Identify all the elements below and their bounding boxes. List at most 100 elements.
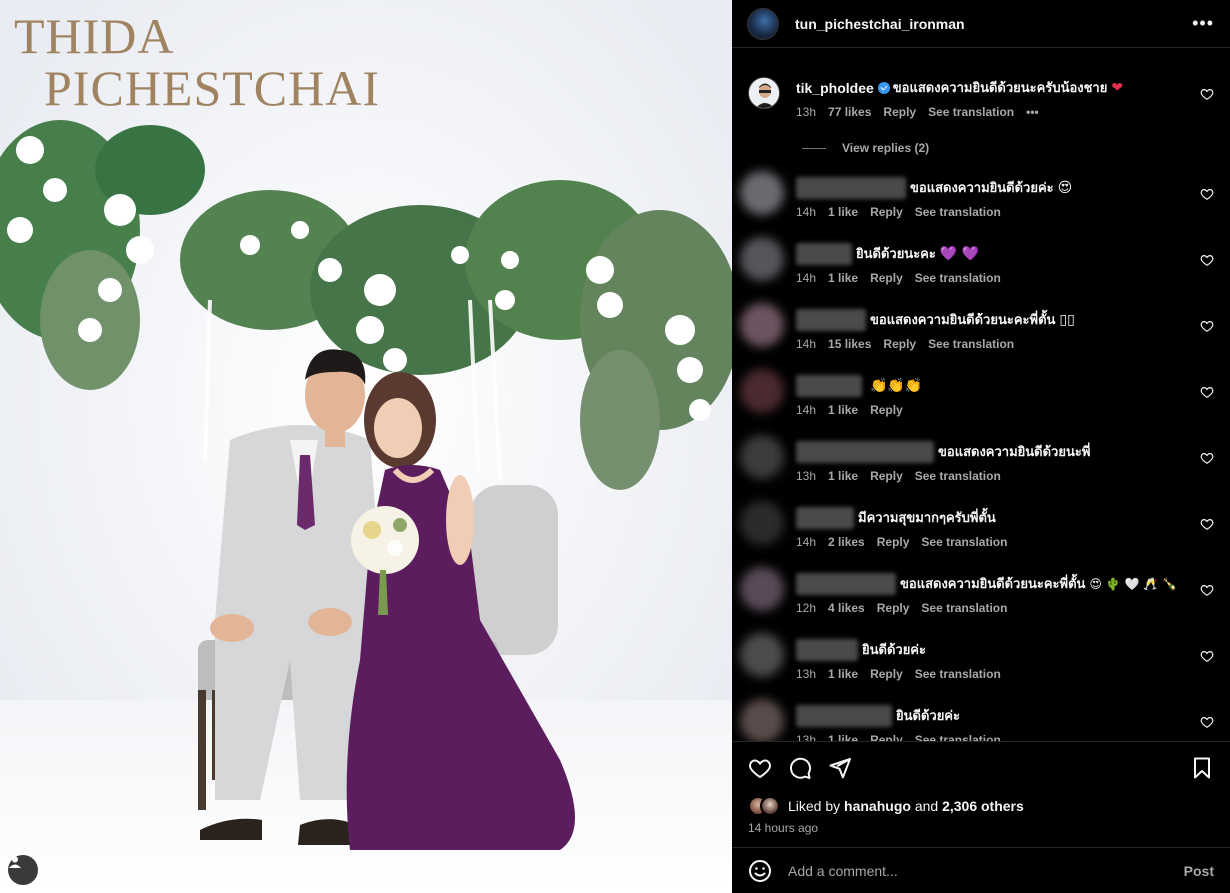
like-comment-heart-icon[interactable] — [1200, 517, 1214, 531]
like-comment-heart-icon[interactable] — [1200, 187, 1214, 201]
comment-likes[interactable]: 4 likes — [828, 601, 865, 615]
like-comment-heart-icon[interactable] — [1200, 253, 1214, 267]
comment-likes[interactable]: 1 like — [828, 667, 858, 681]
comments-list[interactable]: tik_pholdee ขอแสดงความยินดีด้วยนะครับน้อ… — [732, 49, 1230, 741]
see-translation-button[interactable]: See translation — [915, 271, 1001, 285]
see-translation-button[interactable]: See translation — [915, 469, 1001, 483]
view-replies-button[interactable]: View replies (2) — [802, 141, 929, 155]
comment-meta: 14h 1 like Reply See translation — [796, 205, 1001, 219]
author-avatar[interactable] — [747, 7, 779, 40]
comment-likes[interactable]: 15 likes — [828, 337, 871, 351]
comment-time[interactable]: 13h — [796, 105, 816, 119]
comment-time[interactable]: 13h — [796, 733, 816, 741]
comment-item: ขอแสดงความยินดีด้วยนะคะพี่ตั้น 😍 🌵 🤍 🥂 🍾… — [732, 565, 1230, 631]
comment-emoji: 😍 🌵 🤍 🥂 🍾 — [1089, 577, 1177, 591]
comment-item: ยินดีด้วยค่ะ 13h 1 like Reply See transl… — [732, 697, 1230, 741]
commenter-username-redacted[interactable] — [796, 705, 892, 727]
reply-button[interactable]: Reply — [870, 733, 903, 741]
commenter-avatar[interactable] — [740, 171, 784, 215]
comment-time[interactable]: 14h — [796, 535, 816, 549]
comment-time[interactable]: 14h — [796, 337, 816, 351]
post-comment-button[interactable]: Post — [1184, 863, 1214, 879]
like-comment-heart-icon[interactable] — [1200, 649, 1214, 663]
comment-likes[interactable]: 1 like — [828, 403, 858, 417]
commenter-username-redacted[interactable] — [796, 309, 866, 331]
author-username[interactable]: tun_pichestchai_ironman — [795, 16, 1192, 32]
reply-button[interactable]: Reply — [870, 469, 903, 483]
comment-likes[interactable]: 1 like — [828, 733, 858, 741]
commenter-username-redacted[interactable] — [796, 573, 896, 595]
commenter-avatar[interactable] — [740, 567, 784, 611]
comment-meta: 13h 1 like Reply See translation — [796, 667, 1001, 681]
commenter-username-redacted[interactable] — [796, 243, 852, 265]
liked-by-summary[interactable]: Liked by hanahugo and 2,306 others — [748, 796, 1024, 816]
liked-by-others[interactable]: 2,306 others — [942, 798, 1024, 814]
reply-button[interactable]: Reply — [870, 271, 903, 285]
more-options-icon[interactable]: ••• — [1192, 13, 1214, 34]
post-photo[interactable]: THIDA PICHESTCHAI — [0, 0, 732, 893]
comment-time[interactable]: 13h — [796, 469, 816, 483]
like-comment-heart-icon[interactable] — [1200, 583, 1214, 597]
reply-button[interactable]: Reply — [877, 535, 910, 549]
comment-bubble-icon[interactable] — [788, 756, 812, 780]
photo-title-line1: THIDA — [14, 8, 175, 64]
comment-likes[interactable]: 1 like — [828, 205, 858, 219]
commenter-avatar[interactable] — [740, 501, 784, 545]
comment-likes[interactable]: 77 likes — [828, 105, 871, 119]
tagged-user-icon[interactable] — [8, 855, 38, 885]
reply-button[interactable]: Reply — [870, 403, 903, 417]
liked-by-prefix: Liked by — [788, 798, 841, 814]
comment-time[interactable]: 12h — [796, 601, 816, 615]
commenter-username-redacted[interactable] — [796, 639, 858, 661]
reply-button[interactable]: Reply — [883, 337, 916, 351]
commenter-avatar[interactable] — [740, 435, 784, 479]
post-actions: Liked by hanahugo and 2,306 others 14 ho… — [732, 741, 1230, 847]
commenter-username-redacted[interactable] — [796, 507, 854, 529]
commenter-avatar[interactable] — [740, 237, 784, 281]
comment-time[interactable]: 14h — [796, 271, 816, 285]
like-comment-heart-icon[interactable] — [1200, 451, 1214, 465]
reply-button[interactable]: Reply — [870, 667, 903, 681]
commenter-username[interactable]: tik_pholdee — [796, 79, 874, 97]
like-heart-icon[interactable] — [748, 756, 772, 780]
share-send-icon[interactable] — [828, 756, 852, 780]
like-comment-heart-icon[interactable] — [1200, 385, 1214, 399]
add-comment-input[interactable] — [788, 862, 1184, 879]
emoji-picker-icon[interactable] — [748, 859, 772, 883]
commenter-username-redacted[interactable] — [796, 375, 862, 397]
see-translation-button[interactable]: See translation — [915, 667, 1001, 681]
comment-item: ยินดีด้วยค่ะ 13h 1 like Reply See transl… — [732, 631, 1230, 697]
see-translation-button[interactable]: See translation — [928, 337, 1014, 351]
post-timestamp[interactable]: 14 hours ago — [748, 821, 818, 835]
comment-time[interactable]: 14h — [796, 205, 816, 219]
commenter-avatar[interactable] — [740, 633, 784, 677]
commenter-username-redacted[interactable] — [796, 441, 934, 463]
see-translation-button[interactable]: See translation — [921, 535, 1007, 549]
like-comment-heart-icon[interactable] — [1200, 319, 1214, 333]
like-comment-heart-icon[interactable] — [1200, 715, 1214, 729]
commenter-username-redacted[interactable] — [796, 177, 906, 199]
comment-likes[interactable]: 1 like — [828, 271, 858, 285]
commenter-avatar[interactable] — [748, 77, 780, 109]
see-translation-button[interactable]: See translation — [921, 601, 1007, 615]
comment-options-icon[interactable]: ••• — [1026, 105, 1039, 119]
save-bookmark-icon[interactable] — [1190, 756, 1214, 780]
comment-item: ยินดีด้วยนะคะ 💜 💜 14h 1 like Reply See t… — [732, 235, 1230, 301]
comment-time[interactable]: 14h — [796, 403, 816, 417]
see-translation-button[interactable]: See translation — [928, 105, 1014, 119]
reply-button[interactable]: Reply — [883, 105, 916, 119]
comment-text: มีความสุขมากๆครับพี่ตั้น — [858, 510, 996, 525]
commenter-avatar[interactable] — [740, 369, 784, 413]
like-comment-heart-icon[interactable] — [1200, 87, 1214, 101]
reply-button[interactable]: Reply — [870, 205, 903, 219]
commenter-avatar[interactable] — [740, 303, 784, 347]
see-translation-button[interactable]: See translation — [915, 733, 1001, 741]
comment-likes[interactable]: 1 like — [828, 469, 858, 483]
see-translation-button[interactable]: See translation — [915, 205, 1001, 219]
comment-text: ขอแสดงความยินดีด้วยนะคะพี่ตั้น — [900, 576, 1086, 591]
comment-likes[interactable]: 2 likes — [828, 535, 865, 549]
commenter-avatar[interactable] — [740, 699, 784, 741]
reply-button[interactable]: Reply — [877, 601, 910, 615]
comment-time[interactable]: 13h — [796, 667, 816, 681]
liked-by-user[interactable]: hanahugo — [844, 798, 911, 814]
